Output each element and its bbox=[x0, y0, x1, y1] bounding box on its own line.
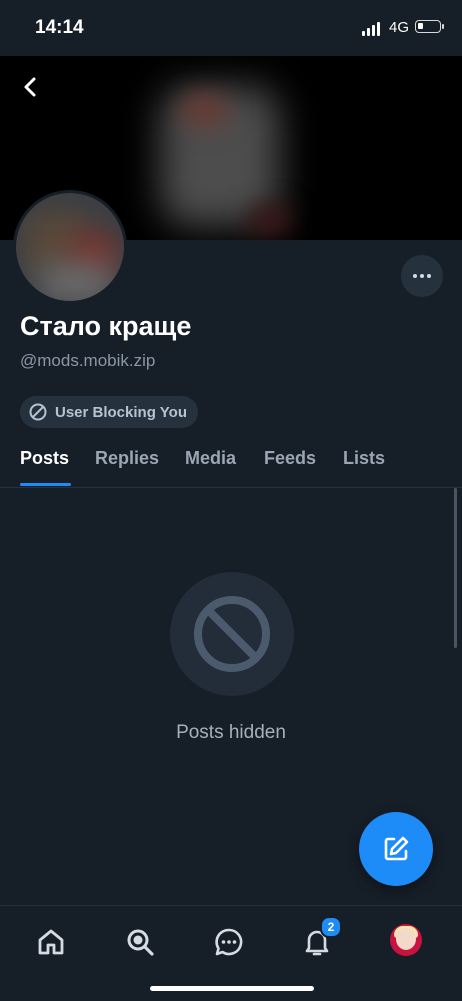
chat-icon bbox=[215, 928, 243, 956]
nav-chat[interactable] bbox=[209, 922, 249, 962]
search-icon bbox=[127, 929, 154, 956]
chevron-left-icon bbox=[24, 77, 36, 97]
network-type: 4G bbox=[389, 19, 410, 36]
nav-search[interactable] bbox=[120, 922, 160, 962]
user-handle: @mods.mobik.zip bbox=[20, 351, 156, 370]
blocking-status-badge[interactable]: User Blocking You bbox=[20, 396, 198, 428]
home-indicator bbox=[150, 986, 314, 991]
nav-profile-avatar[interactable] bbox=[390, 924, 422, 956]
block-icon bbox=[29, 403, 47, 421]
posts-hidden-illustration bbox=[170, 572, 294, 696]
compose-button[interactable] bbox=[359, 812, 433, 886]
profile-avatar[interactable] bbox=[13, 190, 127, 304]
home-icon bbox=[38, 929, 64, 955]
scrollbar[interactable] bbox=[454, 488, 457, 648]
battery-icon bbox=[415, 20, 441, 33]
active-tab-indicator bbox=[20, 483, 71, 486]
display-name: Стало краще bbox=[20, 311, 192, 341]
status-bar: 14:14 4G bbox=[0, 0, 462, 56]
bottom-navigation: 2 bbox=[0, 905, 462, 1001]
notification-badge: 2 bbox=[320, 916, 342, 938]
tab-feeds[interactable]: Feeds bbox=[264, 448, 316, 469]
compose-icon bbox=[384, 836, 409, 861]
tab-media[interactable]: Media bbox=[185, 448, 236, 469]
profile-tabs: Posts Replies Media Feeds Lists bbox=[0, 440, 462, 488]
tab-replies[interactable]: Replies bbox=[95, 448, 159, 469]
tab-lists[interactable]: Lists bbox=[343, 448, 385, 469]
back-button[interactable] bbox=[14, 70, 48, 104]
ellipsis-icon bbox=[413, 274, 417, 278]
empty-state-message: Posts hidden bbox=[176, 722, 286, 743]
status-time: 14:14 bbox=[35, 17, 84, 38]
block-icon bbox=[194, 596, 270, 672]
more-options-button[interactable] bbox=[401, 255, 443, 297]
signal-icon bbox=[362, 22, 384, 36]
tab-posts[interactable]: Posts bbox=[20, 448, 69, 469]
blocking-status-label: User Blocking You bbox=[55, 403, 187, 421]
nav-home[interactable] bbox=[31, 922, 71, 962]
